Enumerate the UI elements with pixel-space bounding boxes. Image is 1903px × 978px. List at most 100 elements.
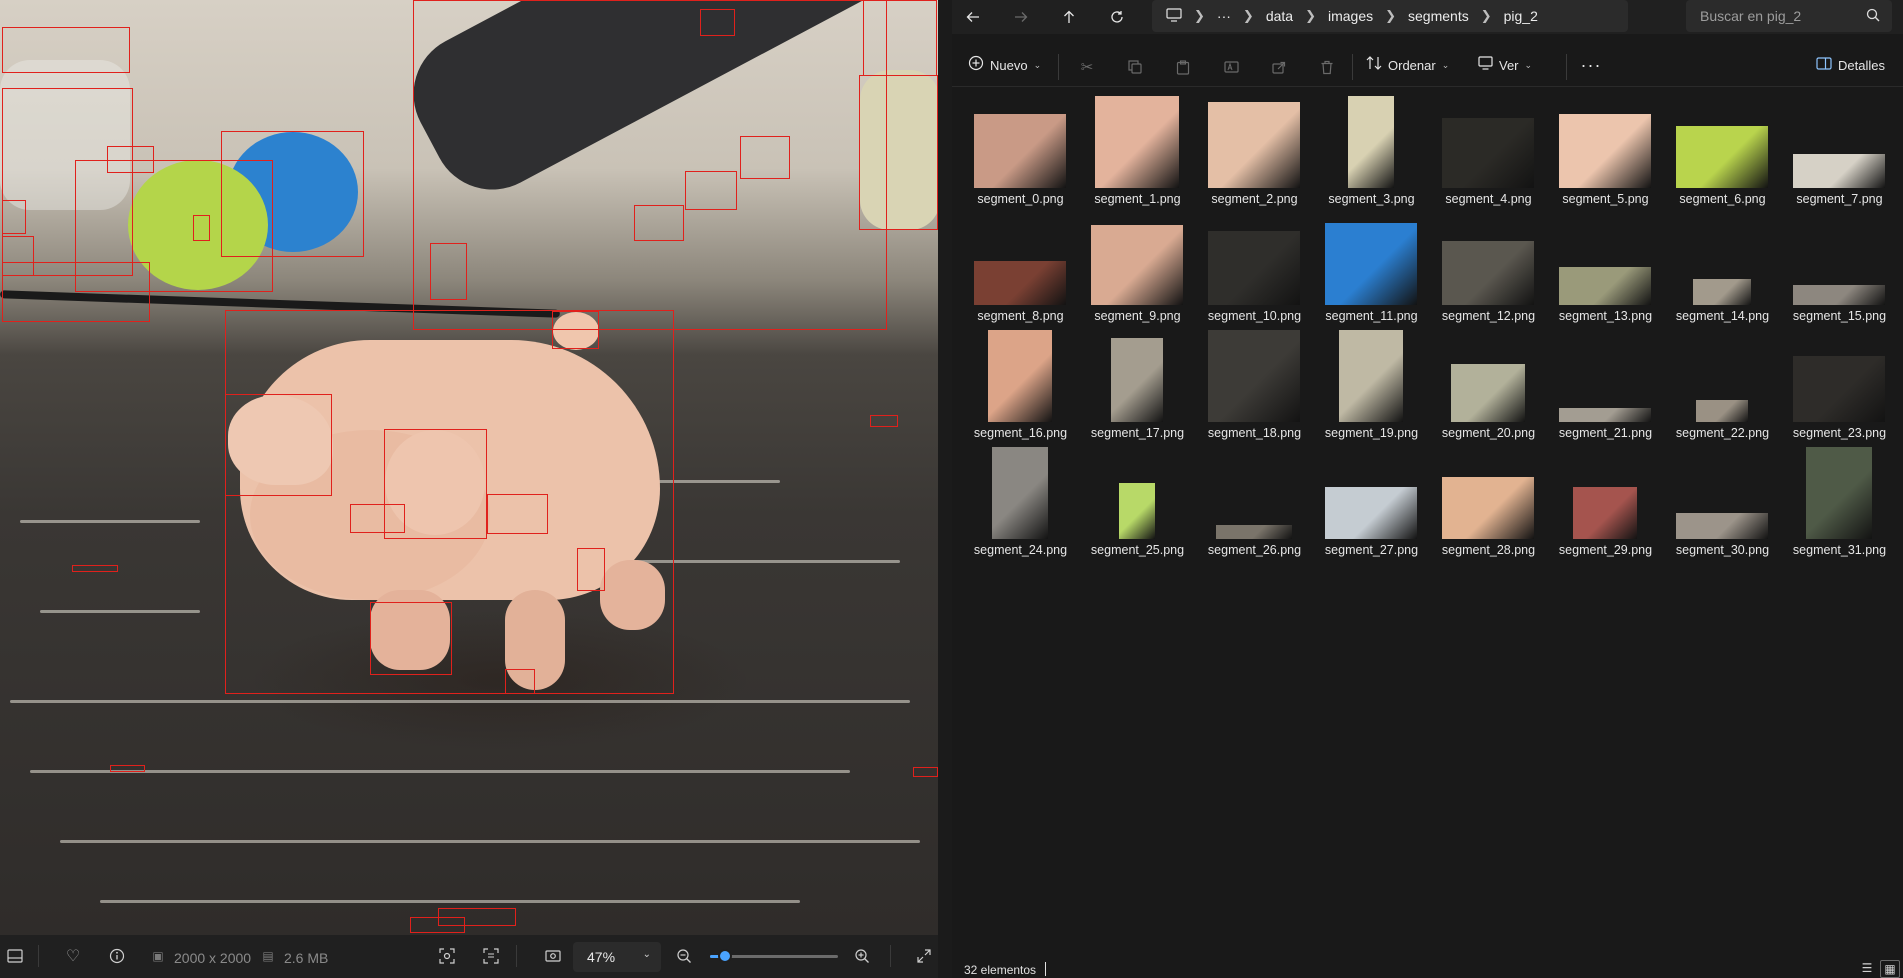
- file-name: segment_20.png: [1441, 426, 1536, 440]
- file-item[interactable]: segment_1.png: [1079, 96, 1191, 208]
- address-bar[interactable]: ❯ ··· ❯ data ❯ images ❯ segments ❯ pig_2: [1152, 0, 1628, 32]
- file-item[interactable]: segment_7.png: [1781, 96, 1893, 208]
- view-button[interactable]: Ver ⌄: [1478, 50, 1532, 80]
- file-item[interactable]: segment_2.png: [1196, 96, 1308, 208]
- back-arrow-icon[interactable]: [958, 4, 988, 30]
- file-thumbnail-frame: [1676, 213, 1768, 305]
- file-item[interactable]: segment_22.png: [1664, 330, 1776, 442]
- refresh-icon[interactable]: [1102, 4, 1132, 30]
- file-item[interactable]: segment_9.png: [1079, 213, 1191, 325]
- search-input[interactable]: Buscar en pig_2: [1686, 0, 1892, 32]
- file-thumbnail: [1208, 330, 1300, 422]
- file-item[interactable]: segment_25.png: [1079, 447, 1191, 559]
- zoom-slider-thumb[interactable]: [718, 949, 732, 963]
- file-item[interactable]: segment_19.png: [1313, 330, 1425, 442]
- copy-icon[interactable]: [1122, 54, 1148, 80]
- file-item[interactable]: segment_4.png: [1430, 96, 1542, 208]
- file-thumbnail-frame: [1325, 330, 1417, 422]
- file-thumbnail: [1793, 285, 1885, 305]
- file-item[interactable]: segment_12.png: [1430, 213, 1542, 325]
- forward-arrow-icon[interactable]: [1006, 4, 1036, 30]
- details-view-icon[interactable]: ☰: [1858, 960, 1876, 976]
- text-scan-icon[interactable]: [478, 943, 504, 969]
- zoom-dropdown[interactable]: 47% ⌄: [573, 942, 661, 972]
- actual-size-icon[interactable]: [540, 943, 566, 969]
- file-name: segment_22.png: [1675, 426, 1770, 440]
- new-label: Nuevo: [990, 57, 1028, 73]
- file-item[interactable]: segment_26.png: [1196, 447, 1308, 559]
- fullscreen-icon[interactable]: [911, 943, 937, 969]
- file-thumbnail-frame: [974, 96, 1066, 188]
- file-item[interactable]: segment_8.png: [962, 213, 1074, 325]
- file-item[interactable]: segment_16.png: [962, 330, 1074, 442]
- details-label: Detalles: [1838, 57, 1885, 73]
- file-item[interactable]: segment_17.png: [1079, 330, 1191, 442]
- file-item[interactable]: segment_28.png: [1430, 447, 1542, 559]
- segment-bbox: [740, 136, 790, 179]
- zoom-in-icon[interactable]: [849, 943, 875, 969]
- segment-bbox: [870, 415, 898, 427]
- annotated-photo: [0, 0, 938, 935]
- favorite-icon[interactable]: ♡: [60, 943, 86, 969]
- file-item[interactable]: segment_6.png: [1664, 96, 1776, 208]
- file-name: segment_11.png: [1325, 309, 1418, 323]
- breadcrumb-pig-2[interactable]: pig_2: [1504, 8, 1538, 24]
- file-thumbnail-frame: [1091, 447, 1183, 539]
- text-caret: [1045, 962, 1046, 976]
- file-item[interactable]: segment_21.png: [1547, 330, 1659, 442]
- file-thumbnail: [1696, 400, 1748, 422]
- file-item[interactable]: segment_15.png: [1781, 213, 1893, 325]
- file-thumbnail-frame: [1559, 96, 1651, 188]
- file-item[interactable]: segment_3.png: [1313, 96, 1425, 208]
- table-streak: [40, 610, 200, 613]
- file-thumbnail: [1091, 225, 1183, 305]
- file-name: segment_10.png: [1207, 309, 1302, 323]
- segment-bbox: [487, 494, 548, 534]
- file-item[interactable]: segment_24.png: [962, 447, 1074, 559]
- zoom-out-icon[interactable]: [671, 943, 697, 969]
- file-item[interactable]: segment_10.png: [1196, 213, 1308, 325]
- sort-button[interactable]: Ordenar ⌄: [1366, 50, 1449, 80]
- file-item[interactable]: segment_20.png: [1430, 330, 1542, 442]
- more-options-icon[interactable]: ···: [1566, 50, 1616, 80]
- thumbnail-view-icon[interactable]: ▦: [1880, 960, 1900, 978]
- file-name: segment_24.png: [973, 543, 1068, 557]
- file-thumbnail: [974, 261, 1066, 305]
- paste-icon[interactable]: [1170, 54, 1196, 80]
- computer-icon[interactable]: [1166, 7, 1182, 25]
- file-item[interactable]: segment_30.png: [1664, 447, 1776, 559]
- file-thumbnail-frame: [1442, 96, 1534, 188]
- breadcrumb-segments[interactable]: segments: [1408, 8, 1469, 24]
- visual-search-icon[interactable]: [434, 943, 460, 969]
- delete-icon[interactable]: [1314, 54, 1340, 80]
- breadcrumb-data[interactable]: data: [1266, 8, 1293, 24]
- filmstrip-icon[interactable]: [2, 943, 28, 969]
- info-icon[interactable]: [104, 943, 130, 969]
- segment-bbox: [634, 205, 684, 241]
- share-icon[interactable]: [1266, 54, 1292, 80]
- file-item[interactable]: segment_18.png: [1196, 330, 1308, 442]
- new-button[interactable]: Nuevo ⌄: [968, 50, 1041, 80]
- file-item[interactable]: segment_14.png: [1664, 213, 1776, 325]
- file-item[interactable]: segment_11.png: [1313, 213, 1425, 325]
- file-item[interactable]: segment_5.png: [1547, 96, 1659, 208]
- monitor-icon: [1478, 56, 1493, 74]
- file-thumbnail-frame: [1208, 330, 1300, 422]
- file-item[interactable]: segment_13.png: [1547, 213, 1659, 325]
- file-name: segment_12.png: [1441, 309, 1536, 323]
- segment-bbox: [193, 215, 210, 241]
- search-icon[interactable]: [1866, 8, 1880, 25]
- file-item[interactable]: segment_23.png: [1781, 330, 1893, 442]
- file-item[interactable]: segment_27.png: [1313, 447, 1425, 559]
- rename-icon[interactable]: [1218, 54, 1244, 80]
- file-item[interactable]: segment_0.png: [962, 96, 1074, 208]
- zoom-slider[interactable]: [710, 949, 838, 963]
- cut-icon[interactable]: ✂: [1074, 54, 1100, 80]
- file-item[interactable]: segment_31.png: [1781, 447, 1893, 559]
- file-name: segment_2.png: [1211, 192, 1298, 206]
- breadcrumb-images[interactable]: images: [1328, 8, 1373, 24]
- up-arrow-icon[interactable]: [1054, 4, 1084, 30]
- more-paths-icon[interactable]: ···: [1217, 8, 1231, 24]
- details-button[interactable]: Detalles: [1816, 50, 1885, 80]
- file-item[interactable]: segment_29.png: [1547, 447, 1659, 559]
